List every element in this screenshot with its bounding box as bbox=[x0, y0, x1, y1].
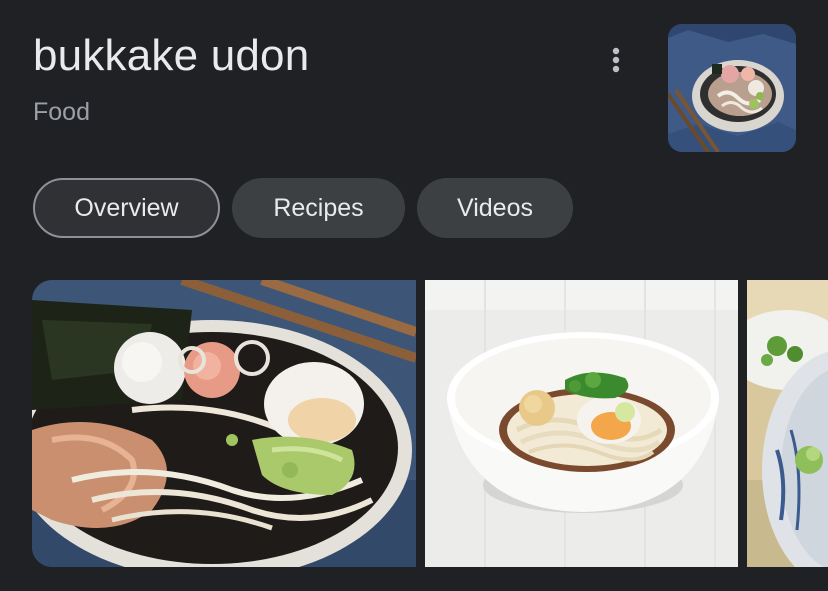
entity-subtitle: Food bbox=[33, 98, 90, 126]
gallery-image-2[interactable] bbox=[425, 280, 738, 567]
gallery-image-1[interactable] bbox=[32, 280, 416, 567]
tab-overview[interactable]: Overview bbox=[33, 178, 220, 238]
gallery-image-3[interactable] bbox=[747, 280, 828, 567]
more-options-button[interactable] bbox=[596, 40, 636, 80]
entity-title: bukkake udon bbox=[33, 31, 310, 80]
more-vert-icon bbox=[612, 47, 620, 73]
entity-thumbnail[interactable] bbox=[668, 24, 796, 152]
tab-recipes[interactable]: Recipes bbox=[232, 178, 405, 238]
udon-bowl-thumbnail-image bbox=[668, 24, 796, 152]
tab-videos[interactable]: Videos bbox=[417, 178, 573, 238]
udon-white-bowl-photo bbox=[425, 280, 738, 567]
knowledge-panel: bukkake udon Food Overview Recipes Video… bbox=[0, 0, 828, 591]
udon-green-onion-photo bbox=[747, 280, 828, 567]
udon-bowl-photo bbox=[32, 280, 416, 567]
